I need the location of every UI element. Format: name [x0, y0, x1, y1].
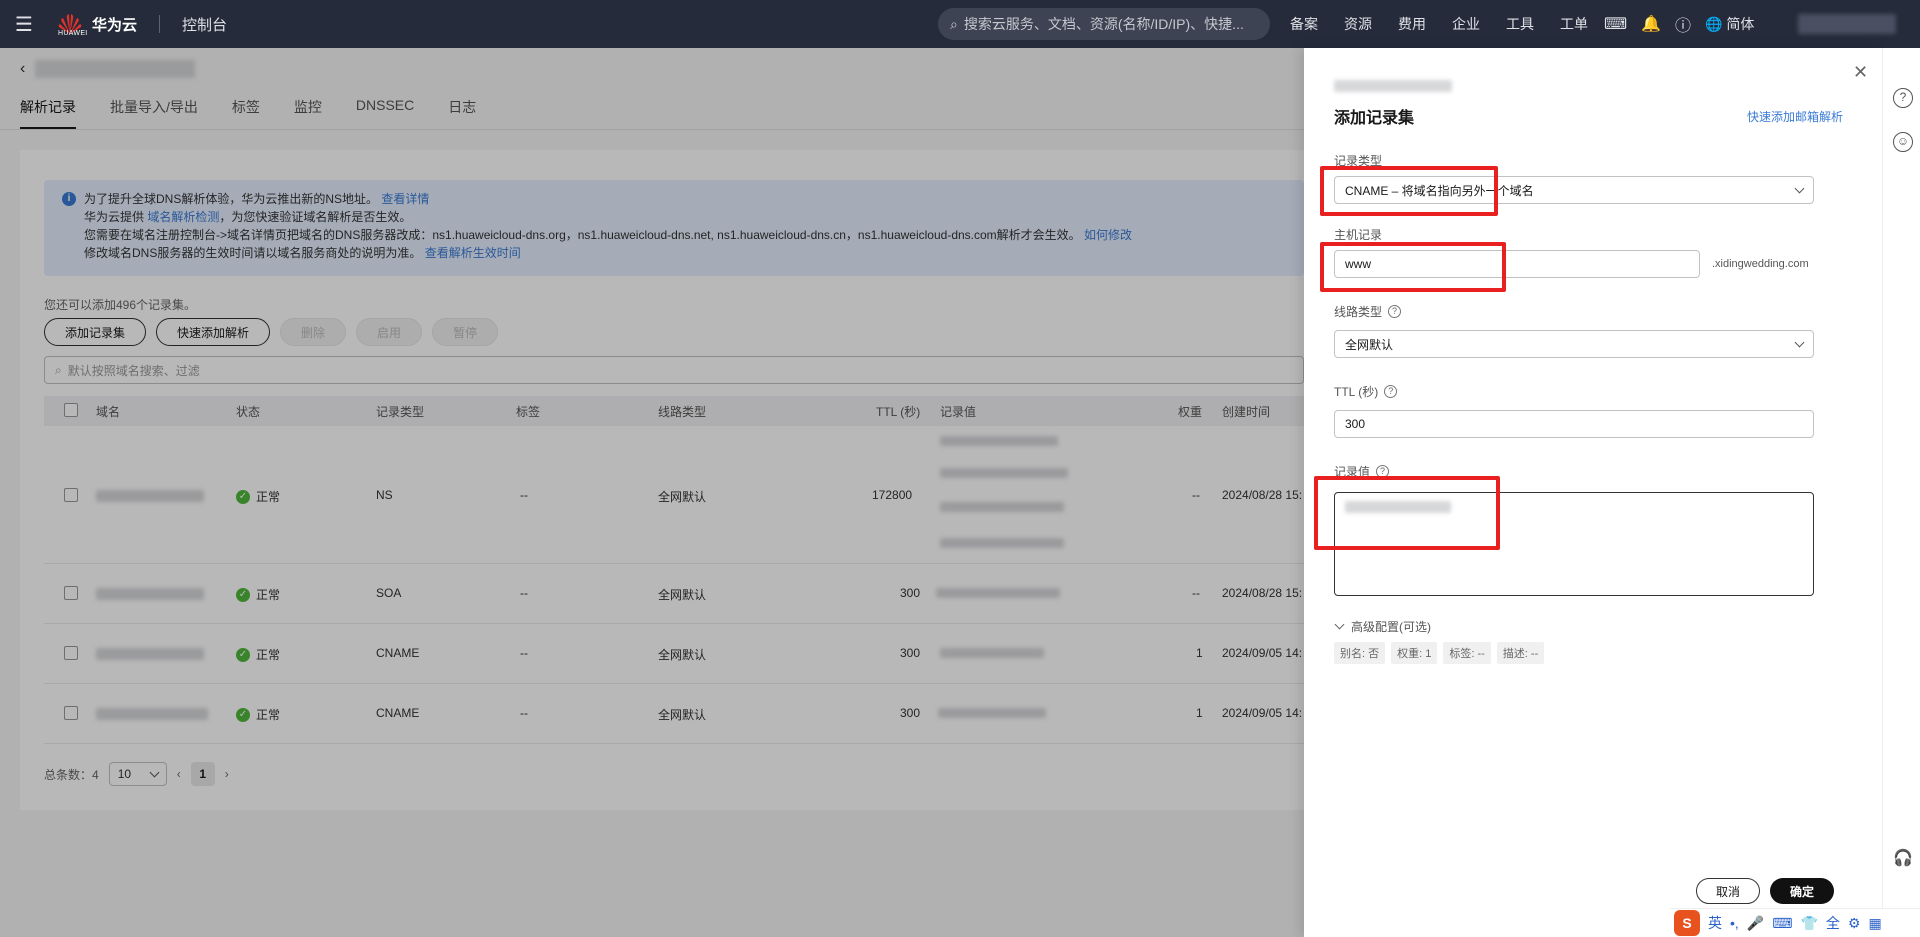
- tag-tag: 标签: --: [1443, 642, 1491, 664]
- top-link-tickets[interactable]: 工单: [1560, 14, 1588, 34]
- quick-mail-link[interactable]: 快速添加邮箱解析: [1747, 108, 1843, 125]
- top-link-beian[interactable]: 备案: [1290, 14, 1318, 34]
- advanced-label: 高级配置(可选): [1351, 620, 1431, 634]
- mic-icon[interactable]: 🎤: [1747, 915, 1764, 932]
- advanced-toggle[interactable]: 高级配置(可选): [1334, 618, 1431, 635]
- help-icon[interactable]: ?: [1388, 305, 1402, 318]
- divider: [159, 15, 161, 33]
- ime-fullwidth[interactable]: 全: [1826, 913, 1840, 933]
- skin-icon[interactable]: 👕: [1800, 915, 1817, 932]
- chevron-down-icon: [1334, 619, 1345, 630]
- confirm-button[interactable]: 确定: [1770, 878, 1834, 904]
- ttl-value: 300: [1345, 417, 1366, 431]
- menu-icon[interactable]: ☰: [0, 0, 48, 48]
- line-value: 全网默认: [1345, 337, 1394, 352]
- language-switch[interactable]: 🌐 简体: [1705, 14, 1754, 34]
- search-icon: ⌕: [950, 15, 958, 32]
- top-link-resources[interactable]: 资源: [1344, 14, 1372, 34]
- host-label: 主机记录: [1334, 226, 1382, 243]
- ime-toolbar: S 英 •, 🎤 ⌨ 👕 全 ⚙ ▦: [1670, 908, 1920, 937]
- bell-icon[interactable]: 🔔: [1641, 14, 1661, 34]
- user-account[interactable]: [1798, 14, 1896, 34]
- ttl-input[interactable]: 300: [1334, 410, 1814, 438]
- alias-tag: 别名: 否: [1334, 642, 1386, 664]
- top-links: 备案 资源 费用 企业 工具 工单: [1290, 0, 1614, 48]
- domain-suffix: .xidingwedding.com: [1712, 258, 1809, 270]
- top-link-tools[interactable]: 工具: [1506, 14, 1534, 34]
- ime-logo[interactable]: S: [1674, 910, 1700, 936]
- language-label: 简体: [1726, 16, 1755, 32]
- chevron-down-icon: [1794, 337, 1805, 347]
- brand-logo[interactable]: 华为云: [48, 0, 137, 48]
- line-select[interactable]: 全网默认: [1334, 330, 1814, 358]
- ttl-label-text: TTL (秒): [1334, 385, 1379, 399]
- advanced-summary: 别名: 否 权重: 1 标签: -- 描述: --: [1334, 642, 1545, 664]
- brand-sub: HUAWEI: [58, 30, 88, 37]
- line-label: 线路类型?: [1334, 303, 1402, 320]
- headset-icon[interactable]: 🎧: [1893, 850, 1913, 870]
- ime-lang[interactable]: 英: [1708, 913, 1722, 933]
- global-search[interactable]: ⌕ 搜索云服务、文档、资源(名称/ID/IP)、快捷...: [938, 8, 1270, 40]
- top-bar: ☰ 华为云 HUAWEI 控制台 ⌕ 搜索云服务、文档、资源(名称/ID/IP)…: [0, 0, 1920, 48]
- cancel-button[interactable]: 取消: [1696, 878, 1760, 904]
- right-toolbar: ? ☺ 🎧: [1882, 48, 1920, 937]
- modal-overlay[interactable]: [0, 48, 1304, 937]
- keyboard-icon[interactable]: ⌨: [1772, 915, 1792, 932]
- help-icon[interactable]: ⓘ: [1675, 12, 1691, 36]
- brand-name: 华为云: [92, 16, 138, 34]
- terminal-icon[interactable]: ⌨: [1604, 14, 1627, 34]
- highlight-record-value: [1314, 476, 1500, 550]
- host-label-text: 主机记录: [1334, 228, 1383, 242]
- help-icon[interactable]: ?: [1384, 385, 1398, 398]
- search-placeholder: 搜索云服务、文档、资源(名称/ID/IP)、快捷...: [963, 16, 1244, 32]
- top-link-enterprise[interactable]: 企业: [1452, 14, 1480, 34]
- highlight-record-type: [1320, 166, 1498, 216]
- top-link-billing[interactable]: 费用: [1398, 14, 1426, 34]
- line-label-text: 线路类型: [1334, 305, 1383, 319]
- drawer-domain-blurred: [1334, 80, 1452, 92]
- top-icons: ⌨ 🔔 ⓘ 🌐 简体: [1604, 0, 1754, 48]
- drawer-title: 添加记录集: [1334, 110, 1415, 127]
- console-link[interactable]: 控制台: [182, 14, 227, 35]
- globe-icon: 🌐: [1705, 16, 1723, 32]
- weight-tag: 权重: 1: [1391, 642, 1438, 664]
- smile-icon[interactable]: ☺: [1893, 132, 1913, 152]
- chevron-down-icon: [1794, 183, 1805, 193]
- close-icon[interactable]: ✕: [1853, 62, 1868, 83]
- ttl-label: TTL (秒)?: [1334, 383, 1398, 400]
- grid-icon[interactable]: ▦: [1868, 915, 1881, 932]
- add-record-drawer: ✕ 添加记录集 快速添加邮箱解析 记录类型 CNAME – 将域名指向另外一个域…: [1304, 48, 1882, 937]
- description-tag: 描述: --: [1496, 642, 1545, 664]
- settings-icon[interactable]: ⚙: [1848, 915, 1861, 932]
- help-icon[interactable]: ?: [1893, 88, 1913, 108]
- ime-punct[interactable]: •,: [1730, 915, 1739, 931]
- highlight-host: [1320, 242, 1506, 292]
